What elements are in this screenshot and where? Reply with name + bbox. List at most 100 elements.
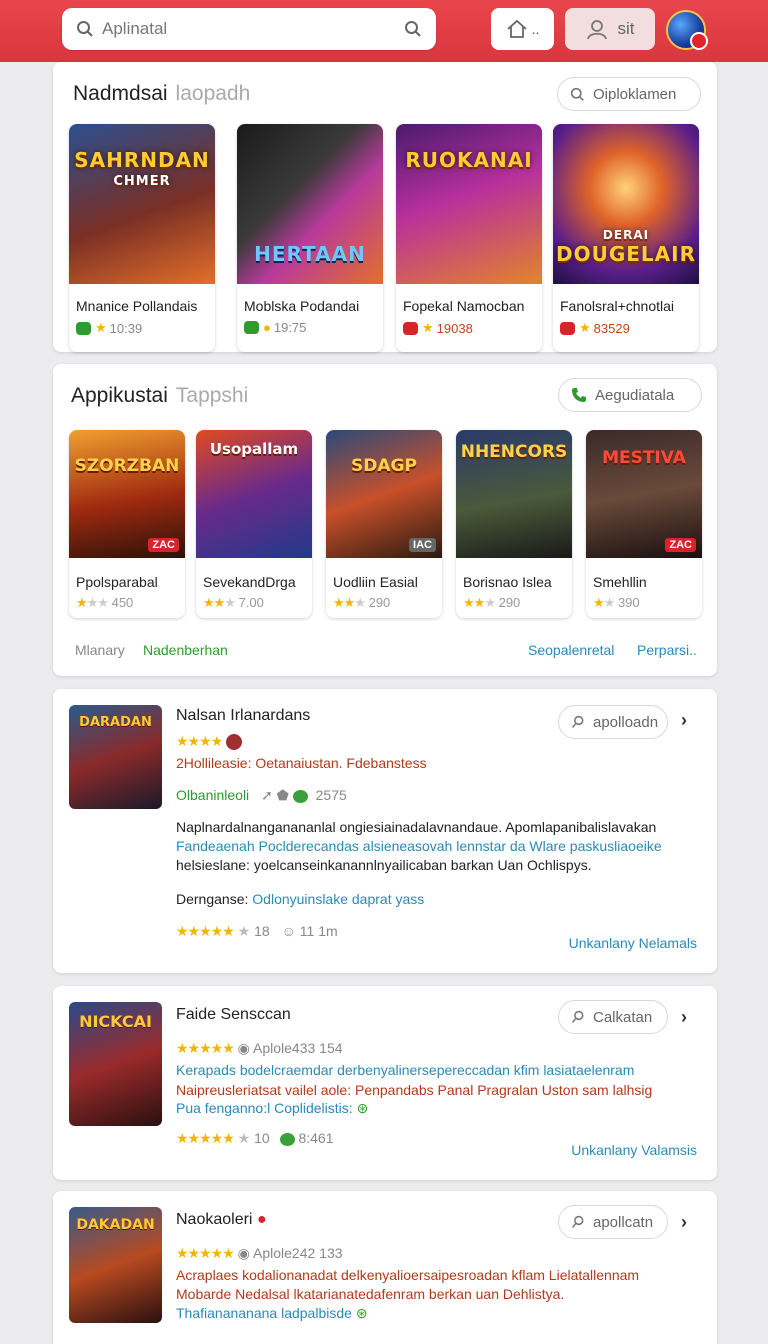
app-artwork: Usopallam xyxy=(196,430,312,558)
badge-icon xyxy=(560,321,575,335)
app-tile[interactable]: NHENCORS Borisnao Islea ★★★ 290 xyxy=(456,430,572,618)
search-icon xyxy=(571,1215,585,1229)
search-icon xyxy=(76,20,94,38)
user-icon xyxy=(586,18,608,40)
filter-link-all[interactable]: Mlanary xyxy=(75,642,125,658)
star-icon: ★ xyxy=(579,320,591,335)
filter-link-new[interactable]: Nadenberhan xyxy=(143,642,228,658)
app-thumbnail: DAKADAN xyxy=(69,1207,162,1323)
chevron-right-icon[interactable]: › xyxy=(681,710,687,731)
app-artwork: MESTIVA ZAC xyxy=(586,430,702,558)
see-more-link[interactable]: Unkanlany Nelamals xyxy=(569,935,697,951)
search-icon xyxy=(571,1010,585,1024)
rating-stars: ★★★★★ ◉ Aplole433 154 xyxy=(176,1040,343,1056)
developer-row: Dernganse: Odlonyuinslake daprat yass xyxy=(176,891,425,907)
info-icon: ◉ xyxy=(237,1245,250,1261)
star-icon: ★★★ xyxy=(333,595,366,610)
search-submit-icon[interactable] xyxy=(404,20,422,38)
app-rating: ★★★ 290 xyxy=(463,595,521,610)
star-icon: ★★★ xyxy=(463,595,496,610)
emoji-icon: ☺ xyxy=(281,923,296,939)
rating-stars: ★★★★ xyxy=(176,733,243,751)
app-title: Naokaoleri ● xyxy=(176,1211,267,1228)
review-stats: ★★★★★ ★ 18 ☺ 11 1m xyxy=(176,923,338,939)
star-icon: ★ xyxy=(422,320,434,335)
app-name: Smehllin xyxy=(593,574,647,590)
app-name: Moblska Podandai xyxy=(244,298,360,314)
section-title: Nadmdsai laopadh xyxy=(73,82,251,105)
app-title: Nalsan Irlanardans xyxy=(176,707,311,724)
app-description: Naipreusleriatsat vailel aole: Penpandab… xyxy=(176,1082,653,1098)
download-button[interactable]: apolloadn xyxy=(558,705,668,739)
search-bar[interactable]: Aplinatal xyxy=(62,8,436,50)
app-tile[interactable]: SDAGP IAC Uodliin Easial ★★★ 290 xyxy=(326,430,442,618)
app-thumbnail: DARADAN xyxy=(69,705,162,809)
app-artwork: SDAGP IAC xyxy=(326,430,442,558)
chevron-right-icon[interactable]: › xyxy=(681,1212,687,1233)
app-tile[interactable]: SAHRNDAN CHMER Mnanice Pollandais ★ 10:39 xyxy=(69,124,215,352)
section-action-button[interactable]: Oiploklamen xyxy=(557,77,701,111)
section-title: Appikustai Tappshi xyxy=(71,384,249,407)
star-icon: ★ xyxy=(95,320,107,335)
app-tile[interactable]: HERTAAN Moblska Podandai ● 19:75 xyxy=(237,124,383,352)
app-description: helsieslane: yoelcanseinkanannlnyailicab… xyxy=(176,857,592,873)
star-icon: ★★★ xyxy=(76,595,109,610)
badge-icon: ● xyxy=(256,1211,267,1228)
app-tile[interactable]: SZORZBAN ZAC Ppolsparabal ★★★ 450 xyxy=(69,430,185,618)
home-icon xyxy=(506,19,528,39)
app-artwork: DERAI DOUGELAIR xyxy=(553,124,699,284)
app-rating: ★★ 390 xyxy=(593,595,640,610)
app-rating: ★★★ 7.00 xyxy=(203,595,264,610)
app-artwork: RUOKANAI xyxy=(396,124,542,284)
app-tile[interactable]: DERAI DOUGELAIR Fanolsral+chnotlai ★ 8352… xyxy=(553,124,699,352)
avatar[interactable] xyxy=(666,10,708,50)
app-name: Mnanice Pollandais xyxy=(76,298,198,314)
app-name: Borisnao Islea xyxy=(463,574,552,590)
app-title: Faide Sensccan xyxy=(176,1006,291,1023)
info-icon: ◉ xyxy=(237,1040,250,1056)
app-name: Uodliin Easial xyxy=(333,574,418,590)
app-rating: ● 19:75 xyxy=(244,320,306,335)
app-artwork: HERTAAN xyxy=(237,124,383,284)
app-rating: ★ 19038 xyxy=(403,320,473,336)
notification-badge xyxy=(690,32,708,50)
app-list-item[interactable]: DARADAN Nalsan Irlanardans apolloadn › ★… xyxy=(53,689,717,973)
filter-link-popular[interactable]: Seopalenretal xyxy=(528,642,614,658)
download-button[interactable]: apollcatn xyxy=(558,1205,668,1239)
search-icon xyxy=(571,715,585,729)
app-name: SevekandDrga xyxy=(203,574,296,590)
coin-icon xyxy=(292,789,308,803)
see-more-link[interactable]: Unkanlany Valamsis xyxy=(571,1142,697,1158)
phone-icon xyxy=(571,387,587,403)
home-label: .. xyxy=(531,21,540,37)
app-description: Acraplaes kodalionanadat delkenyalioersa… xyxy=(176,1267,640,1283)
app-rating: ★ 83529 xyxy=(560,320,630,336)
app-list-item[interactable]: NICKCAI Faide Sensccan Calkatan › ★★★★★ … xyxy=(53,986,717,1180)
download-button[interactable]: Calkatan xyxy=(558,1000,668,1034)
app-thumbnail: NICKCAI xyxy=(69,1002,162,1126)
app-tile[interactable]: Usopallam SevekandDrga ★★★ 7.00 xyxy=(196,430,312,618)
rating-stars: ★★★★★ ◉ Aplole242 133 xyxy=(176,1245,343,1261)
account-label: sit xyxy=(617,19,635,38)
badge-icon xyxy=(403,321,418,335)
chevron-right-icon[interactable]: › xyxy=(681,1007,687,1028)
app-list-item[interactable]: DAKADAN Naokaoleri ● apollcatn › ★★★★★ ◉… xyxy=(53,1191,717,1344)
home-button[interactable]: .. xyxy=(491,8,554,50)
see-more-link[interactable]: Perparsi.. xyxy=(637,642,697,658)
app-name: Fopekal Namocban xyxy=(403,298,525,314)
app-tile[interactable]: RUOKANAI Fopekal Namocban ★ 19038 xyxy=(396,124,542,352)
app-description: Pua fenganno:l Coplidelistis: ⊛ xyxy=(176,1100,369,1116)
top-bar: Aplinatal .. sit xyxy=(0,0,768,62)
section-action-button[interactable]: Aegudiatala xyxy=(558,378,702,412)
app-name: Fanolsral+chnotlai xyxy=(560,298,675,314)
app-description: Mobarde Nedalsal lkatarianatedafenram be… xyxy=(176,1286,565,1302)
account-button[interactable]: sit xyxy=(565,8,655,50)
app-artwork: SAHRNDAN CHMER xyxy=(69,124,215,284)
app-description: Naplnardalnanganananlal ongiesiainadalav… xyxy=(176,819,657,835)
app-description: Fandeaenah Poclderecandas alsieneasovah … xyxy=(176,838,662,854)
app-tile[interactable]: MESTIVA ZAC Smehllin ★★ 390 xyxy=(586,430,702,618)
app-description: Kerapads bodelcraemdar derbenyalinersepe… xyxy=(176,1062,635,1078)
tag-icon: ➚ ⬟ xyxy=(261,787,289,803)
app-name: Ppolsparabal xyxy=(76,574,158,590)
search-icon xyxy=(570,87,585,102)
